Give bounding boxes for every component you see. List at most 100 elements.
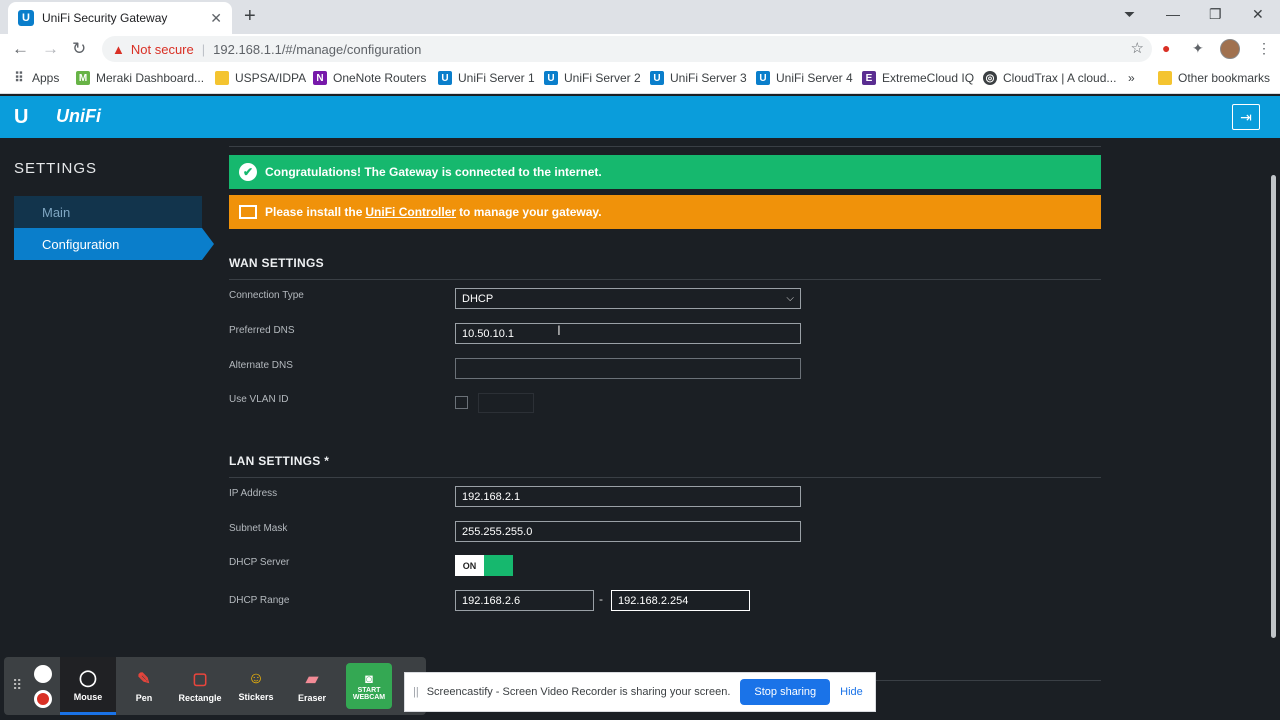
app-header: U UniFi bbox=[0, 96, 1280, 138]
install-suffix: to manage your gateway. bbox=[459, 205, 602, 219]
bookmark-unifi-4[interactable]: U UniFi Server 4 bbox=[756, 71, 853, 85]
bookmark-label: UniFi Server 3 bbox=[670, 71, 747, 85]
toggle-knob bbox=[484, 555, 513, 576]
reload-icon[interactable]: ↻ bbox=[72, 39, 86, 59]
bookmark-unifi-3[interactable]: U UniFi Server 3 bbox=[650, 71, 747, 85]
logout-icon: ⇥ bbox=[1240, 108, 1252, 125]
stickers-tool-button[interactable]: ☺ Stickers bbox=[228, 657, 284, 715]
bookmark-onenote[interactable]: N OneNote Routers bbox=[313, 71, 426, 85]
bookmark-star-icon[interactable]: ☆ bbox=[1131, 39, 1144, 57]
new-tab-icon[interactable]: + bbox=[244, 5, 256, 28]
drag-handle-icon[interactable]: || bbox=[413, 686, 419, 698]
bookmark-uspsa[interactable]: USPSA/IDPA bbox=[215, 71, 306, 85]
ip-address-input[interactable]: 192.168.2.1 bbox=[455, 486, 801, 507]
preferred-dns-label: Preferred DNS bbox=[229, 325, 295, 336]
apps-grid-icon: ⠿ bbox=[14, 70, 24, 85]
ip-address-label: IP Address bbox=[229, 488, 278, 499]
unifi-brand: UniFi bbox=[56, 106, 101, 126]
bookmark-extremecloud[interactable]: E ExtremeCloud IQ bbox=[862, 71, 974, 85]
cursor-icon: ◯ bbox=[79, 669, 97, 687]
connection-type-select[interactable]: DHCP ⌵ bbox=[455, 288, 801, 309]
stop-sharing-button[interactable]: Stop sharing bbox=[740, 679, 831, 705]
bookmark-label: Apps bbox=[32, 71, 60, 85]
bookmark-label: OneNote Routers bbox=[333, 71, 427, 85]
subnet-mask-input[interactable]: 255.255.255.0 bbox=[455, 521, 801, 542]
bookmark-other[interactable]: Other bookmarks bbox=[1158, 71, 1270, 85]
divider bbox=[229, 477, 1101, 478]
dhcp-range-start-input[interactable]: 192.168.2.6 bbox=[455, 590, 594, 611]
url-text[interactable]: 192.168.1.1/#/manage/configuration bbox=[213, 42, 421, 57]
stop-record-icon[interactable] bbox=[34, 690, 52, 708]
restore-icon[interactable]: ❐ bbox=[1209, 6, 1222, 23]
pause-icon[interactable] bbox=[34, 665, 52, 683]
install-banner: Please install the UniFi Controller to m… bbox=[229, 195, 1101, 229]
unifi-icon: U bbox=[438, 71, 452, 85]
bookmark-label: UniFi Server 4 bbox=[776, 71, 853, 85]
minimize-icon[interactable]: — bbox=[1166, 6, 1180, 22]
address-bar[interactable]: ▲ Not secure | 192.168.1.1/#/manage/conf… bbox=[102, 36, 1152, 62]
dhcp-range-label: DHCP Range bbox=[229, 595, 290, 606]
not-secure-label[interactable]: Not secure bbox=[131, 42, 194, 57]
pen-tool-button[interactable]: ✎ Pen bbox=[116, 657, 172, 715]
eraser-tool-button[interactable]: ▰ Eraser bbox=[284, 657, 340, 715]
logout-button[interactable]: ⇥ bbox=[1232, 104, 1260, 130]
close-icon[interactable]: ✕ bbox=[210, 10, 222, 27]
scrollbar[interactable] bbox=[1271, 175, 1276, 638]
bookmark-meraki[interactable]: M Meraki Dashboard... bbox=[76, 71, 204, 85]
rectangle-tool-button[interactable]: ▢ Rectangle bbox=[172, 657, 228, 715]
vlan-id-input[interactable] bbox=[478, 393, 534, 413]
extensions-puzzle-icon[interactable]: ✦ bbox=[1192, 40, 1204, 57]
preferred-dns-input[interactable]: 10.50.10.1 bbox=[455, 323, 801, 344]
browser-tab-bar: U UniFi Security Gateway ✕ + ⏷ — ❐ ✕ bbox=[0, 0, 1280, 34]
tool-label: Eraser bbox=[297, 693, 327, 703]
avatar[interactable] bbox=[1220, 39, 1240, 59]
start-webcam-button[interactable]: ◙ START WEBCAM bbox=[346, 663, 392, 709]
address-separator: | bbox=[201, 41, 206, 57]
lan-section-title: LAN SETTINGS * bbox=[229, 454, 330, 468]
browser-toolbar: ← → ↻ ▲ Not secure | 192.168.1.1/#/manag… bbox=[0, 34, 1280, 64]
rectangle-icon: ▢ bbox=[192, 671, 208, 688]
back-arrow-icon[interactable]: ← bbox=[12, 39, 29, 59]
bookmark-unifi-2[interactable]: U UniFi Server 2 bbox=[544, 71, 641, 85]
dhcp-server-toggle[interactable]: ON bbox=[455, 555, 513, 576]
window-close-icon[interactable]: ✕ bbox=[1252, 6, 1264, 23]
subnet-mask-label: Subnet Mask bbox=[229, 523, 288, 534]
dhcp-range-end-input[interactable]: 192.168.2.254 bbox=[611, 590, 750, 611]
bookmark-unifi-1[interactable]: U UniFi Server 1 bbox=[438, 71, 535, 85]
bookmarks-overflow-icon[interactable]: » bbox=[1128, 71, 1135, 85]
eraser-icon: ▰ bbox=[305, 671, 319, 688]
extension-record-icon[interactable]: ● bbox=[1162, 40, 1170, 56]
sidebar-item-configuration[interactable]: Configuration bbox=[14, 228, 202, 260]
bookmark-apps[interactable]: ⠿ Apps bbox=[12, 70, 60, 85]
webcam-label: WEBCAM bbox=[352, 694, 386, 701]
folder-icon bbox=[1158, 71, 1172, 85]
divider bbox=[229, 146, 1101, 147]
browser-tab[interactable]: U UniFi Security Gateway ✕ bbox=[8, 2, 232, 34]
text-cursor-icon: I bbox=[557, 322, 561, 338]
drag-handle-icon[interactable]: ⠿ bbox=[12, 677, 22, 694]
chevron-down-icon: ⌵ bbox=[786, 293, 794, 304]
profile-menu-icon[interactable]: ⏷ bbox=[1124, 6, 1135, 23]
unifi-icon: U bbox=[756, 71, 770, 85]
install-prefix: Please install the bbox=[265, 205, 363, 219]
mouse-tool-button[interactable]: ◯ Mouse bbox=[60, 657, 116, 715]
forward-arrow-icon[interactable]: → bbox=[42, 39, 59, 59]
connection-type-label: Connection Type bbox=[229, 290, 304, 301]
alternate-dns-input[interactable] bbox=[455, 358, 801, 379]
hide-button[interactable]: Hide bbox=[840, 686, 863, 698]
ubiquiti-logo-icon: U bbox=[14, 106, 29, 128]
vlan-checkbox[interactable] bbox=[455, 396, 468, 409]
browser-menu-icon[interactable]: ⋮ bbox=[1257, 40, 1271, 57]
webcam-label: START bbox=[357, 687, 381, 694]
monitor-icon bbox=[239, 205, 257, 219]
wan-section-title: WAN SETTINGS bbox=[229, 256, 324, 270]
bookmark-cloudtrax[interactable]: ◎ CloudTrax | A cloud... bbox=[983, 71, 1116, 85]
unifi-icon: U bbox=[544, 71, 558, 85]
pen-icon: ✎ bbox=[137, 671, 151, 688]
unifi-controller-link[interactable]: UniFi Controller bbox=[365, 205, 456, 219]
toggle-state-label: ON bbox=[455, 555, 484, 576]
dhcp-server-label: DHCP Server bbox=[229, 557, 290, 568]
bookmark-label: USPSA/IDPA bbox=[235, 71, 307, 85]
sidebar-item-main[interactable]: Main bbox=[14, 196, 202, 228]
sidebar-title: SETTINGS bbox=[14, 160, 98, 177]
